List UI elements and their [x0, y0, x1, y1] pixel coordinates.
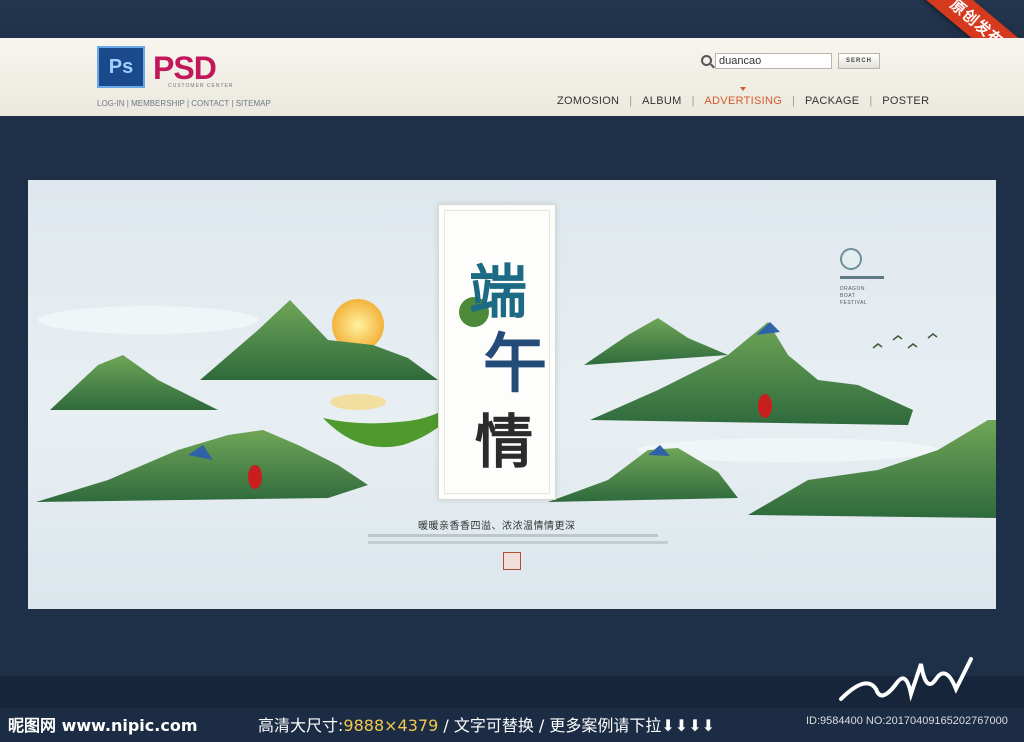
title-char-wu: 午	[483, 327, 547, 402]
footer-notes: / 文字可替换 / 更多案例请下拉⬇⬇⬇⬇	[438, 716, 716, 735]
nav-separator: |	[691, 95, 695, 107]
title-char-qing: 情	[475, 408, 534, 476]
nav-item-album[interactable]: ALBUM	[642, 95, 681, 107]
nav-item-zomosion[interactable]: ZOMOSION	[557, 95, 619, 107]
mountain	[748, 420, 996, 518]
site-header: Ps PSD CUSTOMER CENTER LOG-IN | MEMBERSH…	[0, 38, 1024, 116]
brand-subtitle: CUSTOMER CENTER	[168, 83, 234, 89]
image-id: ID:9584400 NO:20170409165202767000	[806, 715, 1008, 727]
site-logo[interactable]: 昵图网 www.nipic.com	[8, 712, 198, 736]
mountain-peak	[756, 322, 780, 335]
red-stamp	[503, 552, 521, 570]
nav-separator: |	[792, 95, 795, 107]
top-strip	[0, 0, 1024, 38]
account-links[interactable]: LOG-IN | MEMBERSHIP | CONTACT | SITEMAP	[97, 99, 271, 108]
cloud	[38, 306, 258, 334]
fine-print-line	[368, 534, 658, 537]
red-tree	[758, 394, 772, 418]
mountain	[584, 318, 728, 365]
poster-preview: 端 午 情 暖暖亲香香四溢、浓浓温情情更深 DRAGON BOAT FESTIV…	[28, 180, 996, 609]
size-info: 高清大尺寸:9888×4379 / 文字可替换 / 更多案例请下拉⬇⬇⬇⬇	[258, 712, 715, 736]
nav-item-package[interactable]: PACKAGE	[805, 95, 859, 107]
search-icon	[701, 55, 712, 66]
bird	[927, 333, 938, 339]
search-button[interactable]: SERCH	[838, 53, 880, 69]
mountain	[36, 430, 368, 502]
nav-item-advertising[interactable]: ADVERTISING	[704, 87, 782, 107]
mountain	[50, 355, 218, 410]
brand-name[interactable]: PSD	[153, 50, 217, 87]
search-input[interactable]	[715, 53, 832, 69]
bird	[907, 343, 918, 349]
festival-logo-icon	[840, 248, 862, 270]
fine-print-line	[368, 541, 668, 544]
nav-separator: |	[629, 95, 633, 107]
size-value: 9888×4379	[343, 716, 439, 735]
side-bar	[840, 276, 884, 279]
title-card: 端 午 情	[438, 204, 556, 500]
bird	[892, 335, 903, 341]
side-caption: DRAGON BOAT FESTIVAL	[840, 286, 868, 306]
size-label: 高清大尺寸:	[258, 716, 344, 735]
sun-reflection	[330, 394, 386, 410]
nav-item-poster[interactable]: POSTER	[882, 95, 929, 107]
signature-icon	[839, 657, 973, 702]
nav-separator: |	[869, 95, 873, 107]
red-tree	[248, 465, 262, 489]
poster-headline: 暖暖亲香香四溢、浓浓温情情更深	[418, 521, 576, 532]
bird	[872, 343, 883, 349]
photoshop-logo-icon[interactable]: Ps	[97, 46, 145, 88]
main-nav: ZOMOSION | ALBUM | ADVERTISING | PACKAGE…	[557, 87, 929, 107]
